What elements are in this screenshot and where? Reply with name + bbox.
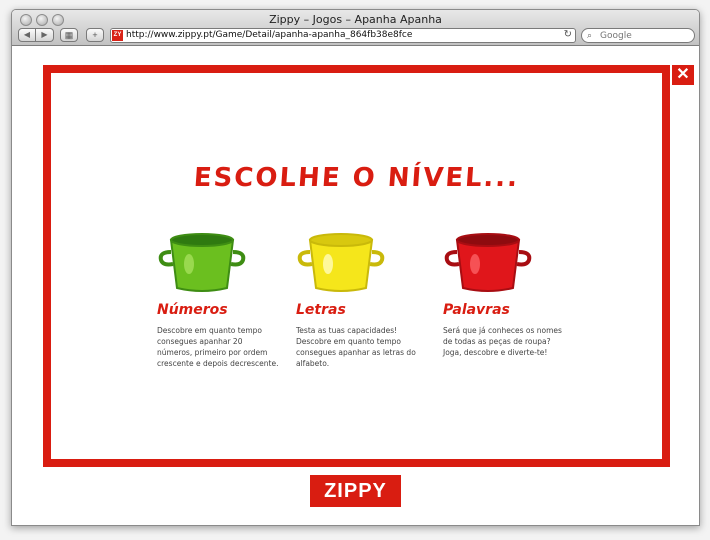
title-bar: Zippy – Jogos – Apanha Apanha ◀ ▶ ▦ + ZY… — [12, 10, 699, 46]
level-palavras[interactable]: Palavras Será que já conheces os nomes d… — [443, 230, 593, 358]
red-bucket-icon — [444, 233, 532, 292]
level-title: Números — [157, 302, 228, 318]
window-title: Zippy – Jogos – Apanha Apanha — [269, 13, 442, 26]
toolbar: ◀ ▶ ▦ + ZY http://www.zippy.pt/Game/Deta… — [18, 28, 695, 44]
search-box[interactable]: ⌕ — [581, 28, 695, 43]
site-favicon-icon: ZY — [112, 30, 123, 41]
zippy-logo[interactable]: ZIPPY — [310, 475, 401, 507]
add-bookmark-button[interactable]: + — [86, 28, 104, 42]
level-numeros[interactable]: Números Descobre em quanto tempo consegu… — [157, 230, 307, 369]
level-title: Palavras — [443, 302, 510, 318]
green-bucket-icon — [158, 233, 246, 292]
yellow-bucket-icon — [297, 233, 385, 292]
reload-icon[interactable]: ↻ — [564, 29, 572, 40]
close-game-button[interactable]: ✕ — [672, 65, 694, 85]
nav-buttons: ◀ ▶ — [18, 28, 54, 42]
level-title: Letras — [296, 302, 346, 318]
level-description: Descobre em quanto tempo consegues apanh… — [157, 326, 279, 368]
level-description: Testa as tuas capacidades! Descobre em q… — [296, 326, 416, 368]
search-input[interactable] — [600, 30, 690, 41]
back-button[interactable]: ◀ — [18, 28, 36, 42]
forward-button[interactable]: ▶ — [36, 28, 54, 42]
level-description: Será que já conheces os nomes de todas a… — [443, 326, 562, 357]
address-bar[interactable]: ZY http://www.zippy.pt/Game/Detail/apanh… — [110, 28, 576, 43]
search-icon: ⌕ — [587, 30, 593, 40]
level-letras[interactable]: Letras Testa as tuas capacidades! Descob… — [296, 230, 446, 369]
page-title: ESCOLHE O NÍVEL... — [192, 163, 521, 193]
game-panel: ESCOLHE O NÍVEL... Números Descobre em q… — [43, 65, 670, 467]
browser-window: Zippy – Jogos – Apanha Apanha ◀ ▶ ▦ + ZY… — [11, 9, 700, 526]
address-url[interactable]: http://www.zippy.pt/Game/Detail/apanha-a… — [126, 30, 412, 40]
bookmarks-grid-button[interactable]: ▦ — [60, 28, 78, 42]
